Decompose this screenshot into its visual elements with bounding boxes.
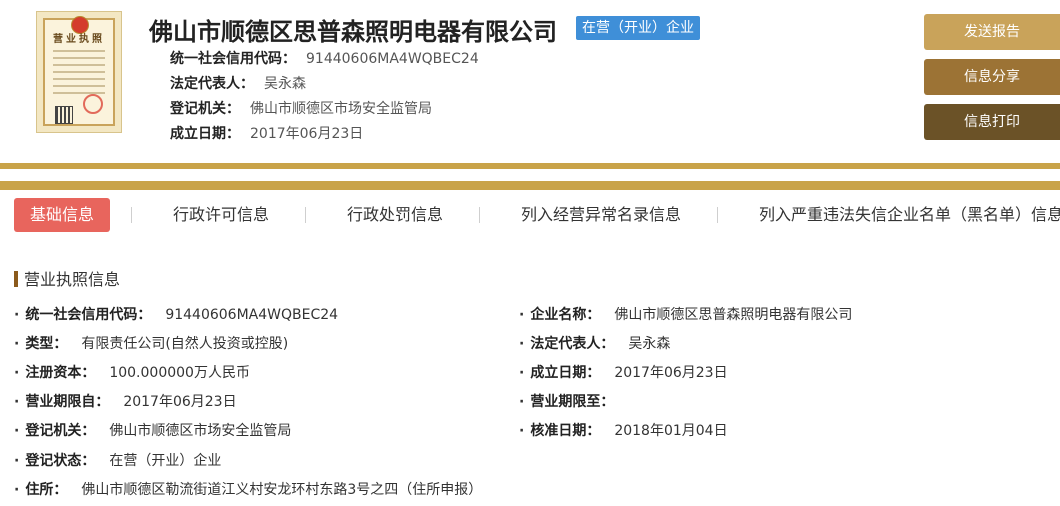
tab-separator: [305, 207, 306, 223]
header-credit-code-row: 统一社会信用代码： 91440606MA4WQBEC24: [170, 48, 479, 68]
section-title: 营业执照信息: [14, 266, 120, 290]
tab-separator: [131, 207, 132, 223]
company-name: 佛山市顺德区思普森照明电器有限公司: [149, 18, 557, 46]
header-established-date-label: 成立日期：: [170, 126, 240, 142]
bullet-icon: ·: [14, 336, 20, 352]
field-registered-capital: · 注册资本： 100.000000万人民币: [14, 362, 250, 382]
bullet-icon: ·: [14, 482, 20, 498]
tab-basic-info[interactable]: 基础信息: [14, 198, 111, 232]
field-label: 登记机关：: [25, 423, 96, 439]
gold-divider-bottom: [0, 181, 1060, 190]
field-value: 91440606MA4WQBEC24: [165, 307, 339, 323]
official-seal-icon: [83, 94, 103, 114]
header-registration-authority-value: 佛山市顺德区市场安全监管局: [250, 101, 432, 117]
header-legal-rep-label: 法定代表人：: [170, 76, 254, 92]
bullet-icon: ·: [14, 453, 20, 469]
header-established-date-row: 成立日期： 2017年06月23日: [170, 123, 363, 143]
field-label: 登记状态：: [25, 453, 96, 469]
field-value: 佛山市顺德区思普森照明电器有限公司: [614, 307, 853, 323]
field-credit-code: · 统一社会信用代码： 91440606MA4WQBEC24: [14, 304, 338, 324]
field-legal-representative: · 法定代表人： 吴永森: [519, 333, 670, 353]
header-established-date-value: 2017年06月23日: [250, 126, 364, 142]
field-value: 100.000000万人民币: [109, 365, 250, 381]
field-label: 类型：: [25, 336, 68, 352]
field-label: 成立日期：: [530, 365, 601, 381]
header-credit-code-value: 91440606MA4WQBEC24: [306, 51, 479, 67]
bullet-icon: ·: [519, 365, 525, 381]
send-report-button[interactable]: 发送报告: [924, 14, 1060, 50]
header-legal-rep-value: 吴永森: [264, 76, 306, 92]
tab-administrative-penalty[interactable]: 行政处罚信息: [347, 198, 443, 232]
field-label: 统一社会信用代码：: [25, 307, 152, 323]
field-address: · 住所： 佛山市顺德区勒流街道江义村安龙环村东路3号之四（住所申报）: [14, 479, 482, 499]
field-label: 住所：: [25, 482, 68, 498]
field-value: 2017年06月23日: [614, 365, 728, 381]
license-frame: 营业执照: [43, 16, 115, 126]
tab-administrative-license[interactable]: 行政许可信息: [173, 198, 269, 232]
field-value: 佛山市顺德区市场安全监管局: [109, 423, 292, 439]
field-value: 有限责任公司(自然人投资或控股): [81, 336, 289, 352]
header-legal-rep-row: 法定代表人： 吴永森: [170, 73, 306, 93]
field-label: 营业期限至：: [530, 394, 615, 410]
bullet-icon: ·: [14, 365, 20, 381]
info-tabs: 基础信息 行政许可信息 行政处罚信息 列入经营异常名录信息 列入严重违法失信企业…: [0, 198, 1060, 232]
field-company-name: · 企业名称： 佛山市顺德区思普森照明电器有限公司: [519, 304, 852, 324]
field-value: 2018年01月04日: [614, 423, 728, 439]
header-credit-code-label: 统一社会信用代码：: [170, 51, 296, 67]
bullet-icon: ·: [14, 394, 20, 410]
license-thumb-title: 营业执照: [53, 34, 105, 45]
field-registration-authority: · 登记机关： 佛山市顺德区市场安全监管局: [14, 420, 291, 440]
field-registration-status: · 登记状态： 在营（开业）企业: [14, 450, 221, 470]
field-value: 在营（开业）企业: [109, 453, 222, 469]
business-license-thumbnail[interactable]: 营业执照: [36, 11, 122, 133]
bullet-icon: ·: [519, 336, 525, 352]
field-label: 注册资本：: [25, 365, 96, 381]
section-title-text: 营业执照信息: [24, 270, 121, 289]
tab-separator: [717, 207, 718, 223]
field-label: 法定代表人：: [530, 336, 615, 352]
field-term-from: · 营业期限自： 2017年06月23日: [14, 391, 237, 411]
tab-blacklist[interactable]: 列入严重违法失信企业名单（黑名单）信息: [759, 198, 1060, 232]
field-term-to: · 营业期限至：: [519, 391, 628, 411]
header-registration-authority-label: 登记机关：: [170, 101, 240, 117]
field-type: · 类型： 有限责任公司(自然人投资或控股): [14, 333, 288, 353]
share-info-button[interactable]: 信息分享: [924, 59, 1060, 95]
section-marker: [14, 271, 18, 287]
field-established-date: · 成立日期： 2017年06月23日: [519, 362, 728, 382]
field-value: 吴永森: [628, 336, 671, 352]
bullet-icon: ·: [14, 423, 20, 439]
print-info-button[interactable]: 信息打印: [924, 104, 1060, 140]
field-label: 营业期限自：: [25, 394, 110, 410]
bullet-icon: ·: [519, 423, 525, 439]
license-text-lines: [53, 50, 105, 99]
field-label: 企业名称：: [530, 307, 601, 323]
field-label: 核准日期：: [530, 423, 601, 439]
status-badge: 在营（开业）企业: [576, 16, 700, 40]
bullet-icon: ·: [519, 307, 525, 323]
field-value: 2017年06月23日: [123, 394, 237, 410]
tab-abnormal-operation-list[interactable]: 列入经营异常名录信息: [521, 198, 681, 232]
field-approval-date: · 核准日期： 2018年01月04日: [519, 420, 728, 440]
tab-separator: [479, 207, 480, 223]
bullet-icon: ·: [14, 307, 20, 323]
qr-code-icon: [55, 106, 73, 124]
bullet-icon: ·: [519, 394, 525, 410]
field-value: 佛山市顺德区勒流街道江义村安龙环村东路3号之四（住所申报）: [81, 482, 483, 498]
header-registration-authority-row: 登记机关： 佛山市顺德区市场安全监管局: [170, 98, 432, 118]
gold-divider-top: [0, 163, 1060, 169]
